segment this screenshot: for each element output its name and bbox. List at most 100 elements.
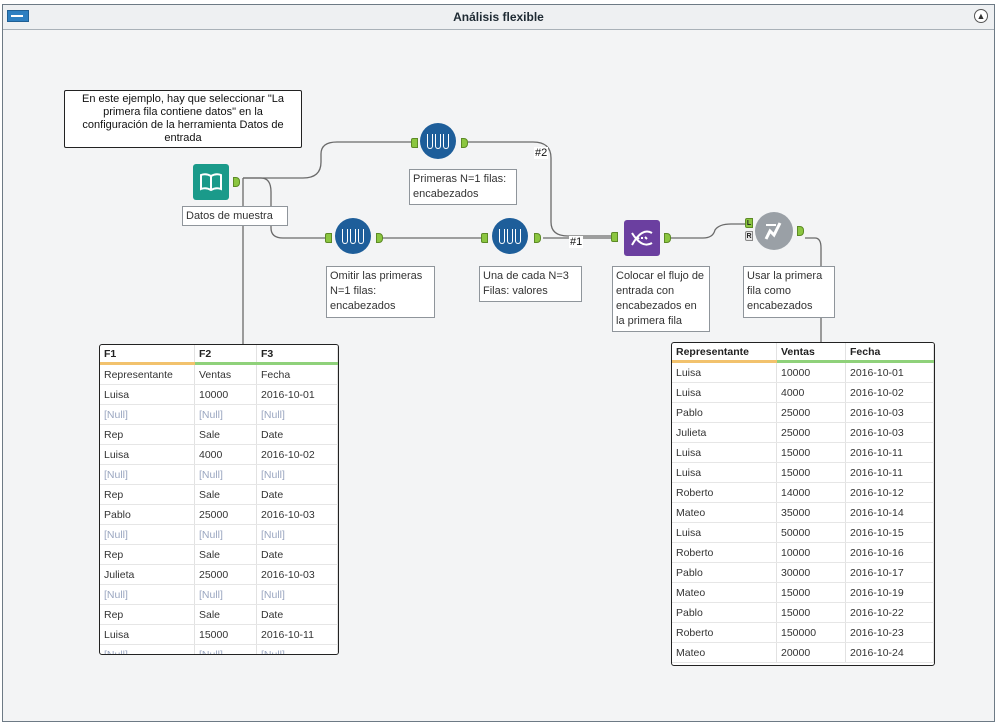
table-cell[interactable]: 15000 [776, 602, 846, 623]
table-cell[interactable]: Roberto [672, 542, 777, 563]
table-cell[interactable]: 50000 [776, 522, 846, 543]
table-cell[interactable]: Sale [194, 484, 257, 505]
table-row[interactable]: Roberto 150000 2016-10-23 [672, 622, 934, 643]
table-cell[interactable]: Luisa [672, 522, 777, 543]
left-input-anchor[interactable]: L [745, 218, 753, 228]
right-browse-grid[interactable]: Representante Ventas Fecha Luisa 10000 201… [671, 342, 935, 666]
table-cell[interactable]: 2016-10-03 [256, 504, 338, 525]
table-row[interactable]: Mateo 15000 2016-10-19 [672, 582, 934, 603]
table-row[interactable]: Julieta 25000 2016-10-03 [100, 564, 338, 585]
table-cell[interactable]: 25000 [194, 504, 257, 525]
table-row[interactable]: Luisa 15000 2016-10-11 [672, 442, 934, 463]
table-cell[interactable]: Pablo [672, 562, 777, 583]
table-row[interactable]: Pablo 25000 2016-10-03 [672, 402, 934, 423]
table-row[interactable]: Rep Sale Date [100, 604, 338, 625]
table-cell[interactable]: [Null] [256, 464, 338, 485]
table-cell[interactable]: 20000 [776, 642, 846, 663]
column-header[interactable]: F2 [194, 345, 257, 365]
input-anchor[interactable] [325, 233, 332, 243]
table-cell[interactable]: 15000 [194, 624, 257, 645]
output-anchor[interactable] [797, 226, 804, 236]
table-row[interactable]: Rep Sale Date [100, 544, 338, 565]
table-cell[interactable]: [Null] [256, 524, 338, 545]
table-cell[interactable]: 2016-10-03 [845, 422, 934, 443]
table-row[interactable]: Luisa 15000 2016-10-11 [672, 462, 934, 483]
table-cell[interactable]: Sale [194, 544, 257, 565]
table-cell[interactable]: 2016-10-24 [845, 642, 934, 663]
output-anchor[interactable] [534, 233, 541, 243]
table-cell[interactable]: 2016-10-16 [845, 542, 934, 563]
table-row[interactable]: [Null] [Null] [Null] [100, 584, 338, 605]
table-row[interactable]: Roberto 14000 2016-10-12 [672, 482, 934, 503]
table-cell[interactable]: [Null] [194, 404, 257, 425]
table-cell[interactable]: 25000 [194, 564, 257, 585]
table-cell[interactable]: [Null] [100, 584, 195, 605]
table-cell[interactable]: Luisa [672, 361, 777, 383]
output-anchor[interactable] [664, 233, 671, 243]
table-cell[interactable]: 150000 [776, 622, 846, 643]
table-row[interactable]: [Null] [Null] [Null] [100, 644, 338, 654]
table-cell[interactable]: [Null] [100, 404, 195, 425]
table-cell[interactable]: 2016-10-03 [256, 564, 338, 585]
table-cell[interactable]: Roberto [672, 482, 777, 503]
table-row[interactable]: Pablo 15000 2016-10-22 [672, 602, 934, 623]
table-cell[interactable]: 2016-10-22 [845, 602, 934, 623]
table-cell[interactable]: 25000 [776, 402, 846, 423]
table-cell[interactable]: Mateo [672, 502, 777, 523]
table-cell[interactable]: 2016-10-14 [845, 502, 934, 523]
table-cell[interactable]: Rep [100, 544, 195, 565]
table-cell[interactable]: 15000 [776, 582, 846, 603]
table-row[interactable]: Roberto 10000 2016-10-16 [672, 542, 934, 563]
table-cell[interactable]: 25000 [776, 422, 846, 443]
table-cell[interactable]: [Null] [100, 524, 195, 545]
column-header[interactable]: Representante [672, 343, 777, 363]
table-cell[interactable]: Luisa [100, 624, 195, 645]
input-anchor[interactable] [411, 138, 418, 148]
output-anchor[interactable] [461, 138, 468, 148]
table-cell[interactable]: Rep [100, 604, 195, 625]
table-cell[interactable]: [Null] [194, 584, 257, 605]
table-cell[interactable]: 2016-10-02 [845, 382, 934, 403]
table-cell[interactable]: 2016-10-19 [845, 582, 934, 603]
table-row[interactable]: Rep Sale Date [100, 484, 338, 505]
workflow-canvas[interactable]: En este ejemplo, hay que seleccionar "La… [3, 30, 994, 721]
table-cell[interactable]: 2016-10-01 [256, 384, 338, 405]
table-cell[interactable]: Julieta [100, 564, 195, 585]
right-input-anchor[interactable]: R [745, 231, 753, 241]
table-cell[interactable]: Representante [100, 363, 195, 385]
table-cell[interactable]: [Null] [194, 524, 257, 545]
table-cell[interactable]: 2016-10-12 [845, 482, 934, 503]
table-cell[interactable]: 30000 [776, 562, 846, 583]
output-anchor[interactable] [233, 177, 240, 187]
column-header[interactable]: Fecha [845, 343, 934, 363]
table-row[interactable]: Pablo 30000 2016-10-17 [672, 562, 934, 583]
table-cell[interactable]: Sale [194, 424, 257, 445]
table-cell[interactable]: Rep [100, 424, 195, 445]
table-cell[interactable]: 4000 [194, 444, 257, 465]
table-cell[interactable]: 4000 [776, 382, 846, 403]
column-header[interactable]: F1 [100, 345, 195, 365]
table-cell[interactable]: 2016-10-17 [845, 562, 934, 583]
table-cell[interactable]: [Null] [256, 644, 338, 654]
table-cell[interactable]: Julieta [672, 422, 777, 443]
table-cell[interactable]: 2016-10-02 [256, 444, 338, 465]
table-cell[interactable]: [Null] [256, 404, 338, 425]
table-row[interactable]: Luisa 50000 2016-10-15 [672, 522, 934, 543]
table-cell[interactable]: Rep [100, 484, 195, 505]
left-browse-grid[interactable]: F1 F2 F3 Representante Ventas Fecha Luisa 10… [99, 344, 339, 655]
table-row[interactable]: Representante Ventas Fecha [100, 363, 338, 385]
table-cell[interactable]: Pablo [672, 602, 777, 623]
table-cell[interactable]: Luisa [100, 444, 195, 465]
table-cell[interactable]: 35000 [776, 502, 846, 523]
table-cell[interactable]: 15000 [776, 442, 846, 463]
table-cell[interactable]: Pablo [672, 402, 777, 423]
table-cell[interactable]: [Null] [194, 644, 257, 654]
table-row[interactable]: Luisa 15000 2016-10-11 [100, 624, 338, 645]
table-cell[interactable]: Date [256, 484, 338, 505]
table-row[interactable]: Rep Sale Date [100, 424, 338, 445]
collapse-button[interactable]: ▲ [974, 9, 988, 23]
table-cell[interactable]: Pablo [100, 504, 195, 525]
table-cell[interactable]: 2016-10-15 [845, 522, 934, 543]
table-cell[interactable]: 10000 [776, 361, 846, 383]
table-cell[interactable]: Ventas [194, 363, 257, 385]
